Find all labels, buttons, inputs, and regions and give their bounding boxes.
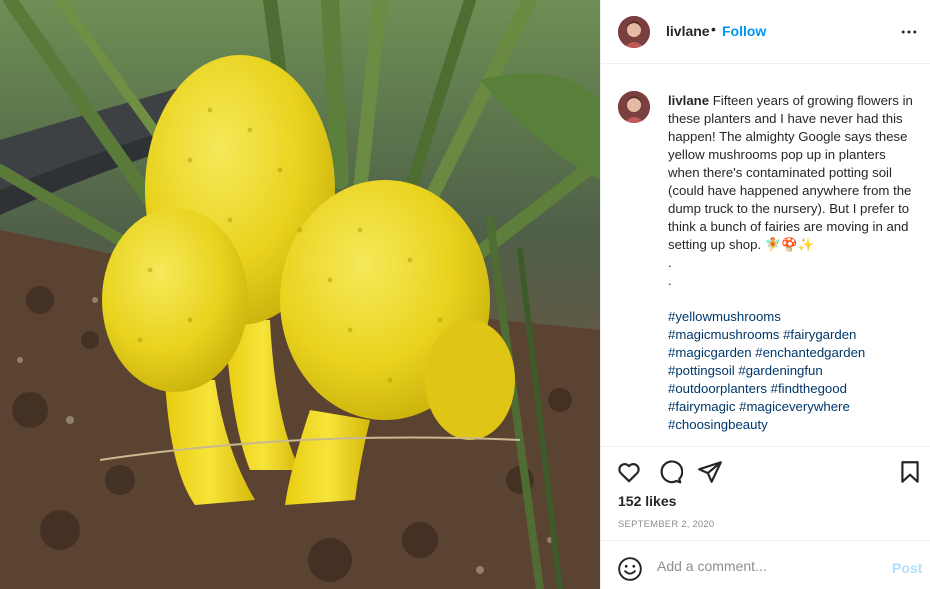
caption-body: Fifteen years of growing flowers in thes… xyxy=(668,93,913,252)
caption-username[interactable]: livlane xyxy=(668,93,709,108)
avatar[interactable] xyxy=(618,16,650,48)
comment-bubble-icon[interactable] xyxy=(657,459,683,485)
hashtag-link[interactable]: #yellowmushrooms xyxy=(668,309,781,324)
likes-count[interactable]: 152 likes xyxy=(618,493,676,509)
hashtag-link[interactable]: #magiceverywhere xyxy=(739,399,850,414)
more-horizontal-icon[interactable] xyxy=(899,22,919,42)
follow-button[interactable]: Follow xyxy=(722,23,766,39)
hashtag-link[interactable]: #choosingbeauty xyxy=(668,417,768,432)
hashtag-link[interactable]: #magicmushrooms xyxy=(668,327,779,342)
post-author-username[interactable]: livlane xyxy=(666,23,710,39)
caption-section: livlane Fifteen years of growing flowers… xyxy=(601,82,930,444)
post-header: livlane • Follow xyxy=(601,0,930,64)
avatar-photo xyxy=(618,16,650,48)
bookmark-icon[interactable] xyxy=(897,459,923,485)
hashtag-link[interactable]: #findthegood xyxy=(771,381,847,396)
heart-icon[interactable] xyxy=(616,459,642,485)
hashtag-link[interactable]: #fairymagic xyxy=(668,399,735,414)
separator-dot: • xyxy=(711,21,716,37)
caption-avatar[interactable] xyxy=(618,91,650,123)
smiley-icon[interactable] xyxy=(617,556,643,582)
post-photo[interactable] xyxy=(0,0,600,589)
post-comment-button[interactable]: Post xyxy=(892,560,922,576)
hashtag-link[interactable]: #outdoorplanters xyxy=(668,381,767,396)
post-date[interactable]: SEPTEMBER 2, 2020 xyxy=(618,519,714,530)
hashtag-link[interactable]: #pottingsoil xyxy=(668,363,735,378)
hashtag-link[interactable]: #fairygarden xyxy=(783,327,856,342)
post-detail-panel: livlane • Follow livlane Fifteen years o… xyxy=(600,0,930,589)
comment-bar: Post xyxy=(601,540,930,589)
hashtag-list: #yellowmushrooms #magicmushrooms #fairyg… xyxy=(668,308,918,434)
mushroom-photo-illustration xyxy=(0,0,600,589)
caption-dot: . xyxy=(668,255,672,270)
post-actions: 152 likes SEPTEMBER 2, 2020 xyxy=(601,446,930,540)
comment-input[interactable] xyxy=(657,555,877,577)
hashtag-link[interactable]: #magicgarden xyxy=(668,345,752,360)
caption-dot: . xyxy=(668,273,672,288)
avatar-photo xyxy=(618,91,650,123)
caption-text-block: livlane Fifteen years of growing flowers… xyxy=(668,92,918,290)
hashtag-link[interactable]: #gardeningfun xyxy=(738,363,822,378)
paper-plane-icon[interactable] xyxy=(697,459,723,485)
hashtag-link[interactable]: #enchantedgarden xyxy=(755,345,865,360)
